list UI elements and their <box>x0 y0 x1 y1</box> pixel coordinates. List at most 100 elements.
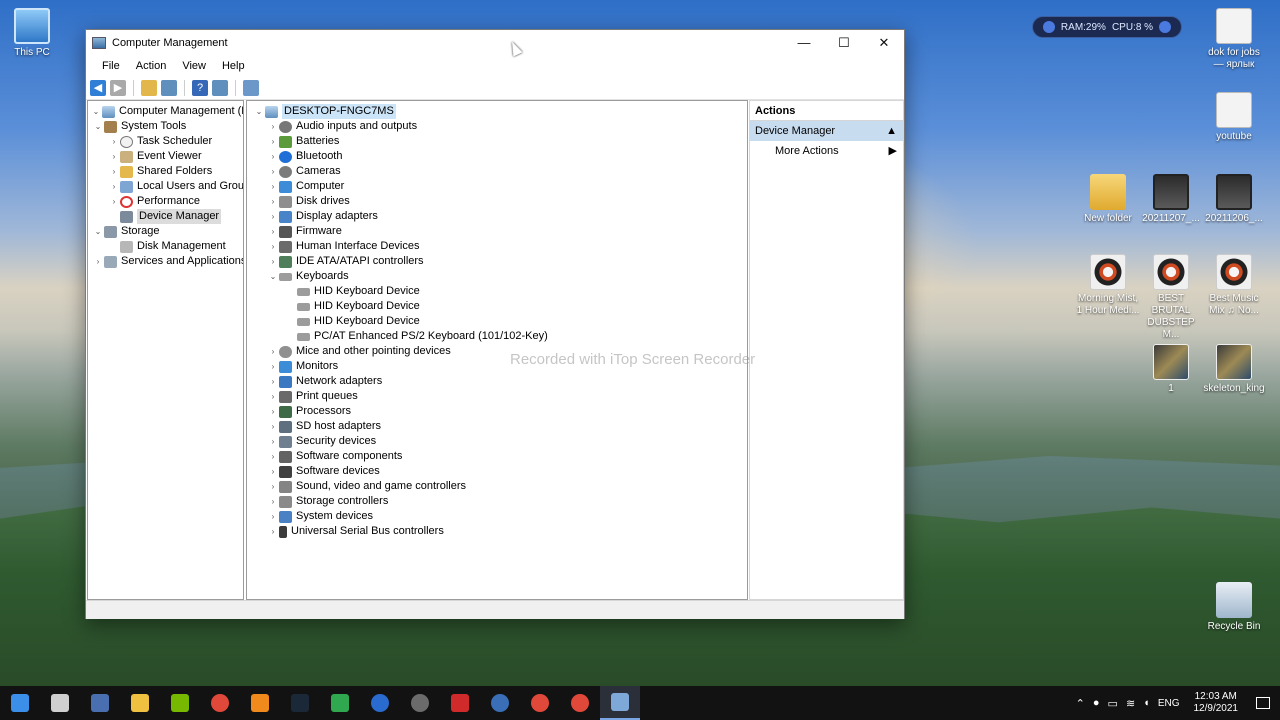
device-item[interactable]: HID Keyboard Device <box>297 314 420 329</box>
minimize-button[interactable]: — <box>784 30 824 56</box>
maximize-button[interactable]: ☐ <box>824 30 864 56</box>
tree-item-system-tools[interactable]: ⌄ System Tools <box>92 119 186 134</box>
language-indicator[interactable]: ENG <box>1158 698 1180 709</box>
device-category[interactable]: › Software devices <box>267 464 380 479</box>
collapse-arrow-icon[interactable]: ▲ <box>886 121 897 141</box>
device-category[interactable]: › Print queues <box>267 389 358 404</box>
taskbar-button[interactable] <box>440 686 480 720</box>
clock[interactable]: 12:03 AM 12/9/2021 <box>1194 691 1239 715</box>
desktop-icon-best-brutal[interactable]: BEST BRUTAL DUBSTEP M... <box>1139 254 1203 341</box>
expand-chevron-icon[interactable]: › <box>267 134 279 149</box>
expand-chevron-icon[interactable]: › <box>108 164 120 179</box>
widget-arrow-icon[interactable] <box>1159 21 1172 33</box>
collapse-chevron-icon[interactable]: ⌄ <box>92 224 104 239</box>
desktop-icon-this-pc[interactable]: This PC <box>0 8 64 59</box>
expand-chevron-icon[interactable]: › <box>267 494 279 509</box>
wifi-icon[interactable]: ≋ <box>1126 697 1135 710</box>
show-hide-tree-icon[interactable] <box>161 79 177 96</box>
device-category[interactable]: › Disk drives <box>267 194 350 209</box>
expand-chevron-icon[interactable]: › <box>267 389 279 404</box>
device-item[interactable]: HID Keyboard Device <box>297 299 420 314</box>
taskbar-button[interactable] <box>40 686 80 720</box>
taskbar-button[interactable] <box>160 686 200 720</box>
device-category[interactable]: › IDE ATA/ATAPI controllers <box>267 254 424 269</box>
desktop-icon-skeleton-king[interactable]: skeleton_king <box>1202 344 1266 395</box>
expand-chevron-icon[interactable]: › <box>267 374 279 389</box>
tree-item-local-users[interactable]: › Local Users and Groups <box>108 179 243 194</box>
taskbar-button[interactable] <box>280 686 320 720</box>
desktop-icon-best-music[interactable]: Best Music Mix ♫ No... <box>1202 254 1266 317</box>
collapse-chevron-icon[interactable]: ⌄ <box>253 104 265 119</box>
tree-item-computer-management[interactable]: ⌄ Computer Management (Local) <box>90 104 243 119</box>
device-category[interactable]: › Human Interface Devices <box>267 239 420 254</box>
collapse-chevron-icon[interactable]: ⌄ <box>92 119 104 134</box>
desktop-icon-image-1[interactable]: 1 <box>1139 344 1203 395</box>
expand-chevron-icon[interactable]: › <box>267 524 279 539</box>
taskbar-button[interactable] <box>0 686 40 720</box>
device-category[interactable]: › Firmware <box>267 224 342 239</box>
expand-chevron-icon[interactable]: › <box>108 194 120 209</box>
device-item[interactable]: HID Keyboard Device <box>297 284 420 299</box>
taskbar-button[interactable] <box>360 686 400 720</box>
tree-item-services-applications[interactable]: › Services and Applications <box>92 254 243 269</box>
battery-icon[interactable]: ▭ <box>1108 697 1118 710</box>
chevron-up-icon[interactable]: ⌃ <box>1076 697 1085 710</box>
device-category[interactable]: › Network adapters <box>267 374 382 389</box>
back-arrow-icon[interactable]: ◀ <box>90 79 106 96</box>
expand-chevron-icon[interactable]: › <box>92 254 104 269</box>
desktop-icon-new-folder[interactable]: New folder <box>1076 174 1140 225</box>
expand-chevron-icon[interactable]: › <box>267 119 279 134</box>
notification-icon[interactable] <box>1256 697 1270 709</box>
device-category[interactable]: › Storage controllers <box>267 494 388 509</box>
desktop-icon-dok-for-jobs[interactable]: dok for jobs — ярлык <box>1202 8 1266 71</box>
tree-item-task-scheduler[interactable]: › Task Scheduler <box>108 134 212 149</box>
scan-hardware-icon[interactable] <box>243 79 259 96</box>
tree-item-event-viewer[interactable]: › Event Viewer <box>108 149 202 164</box>
taskbar-button[interactable] <box>200 686 240 720</box>
tree-item-shared-folders[interactable]: › Shared Folders <box>108 164 212 179</box>
volume-icon[interactable]: ◖ <box>1143 697 1150 709</box>
expand-chevron-icon[interactable]: › <box>267 434 279 449</box>
desktop-icon-morning-mist[interactable]: Morning Mist, 1 Hour Medi... <box>1076 254 1140 317</box>
device-category[interactable]: › Audio inputs and outputs <box>267 119 417 134</box>
expand-chevron-icon[interactable]: › <box>267 254 279 269</box>
device-category[interactable]: › Universal Serial Bus controllers <box>267 524 444 539</box>
taskbar-button[interactable] <box>400 686 440 720</box>
device-category[interactable]: › Software components <box>267 449 402 464</box>
actions-section-device-manager[interactable]: Device Manager ▲ <box>750 121 903 141</box>
device-category[interactable]: ⌄ Keyboards <box>267 269 349 284</box>
expand-chevron-icon[interactable]: › <box>267 509 279 524</box>
expand-chevron-icon[interactable]: › <box>267 239 279 254</box>
menu-action[interactable]: Action <box>128 60 175 72</box>
microphone-icon[interactable]: ● <box>1093 697 1100 709</box>
device-category[interactable]: › Security devices <box>267 434 376 449</box>
expand-chevron-icon[interactable]: › <box>267 449 279 464</box>
taskbar-button[interactable] <box>120 686 160 720</box>
expand-chevron-icon[interactable]: › <box>267 359 279 374</box>
expand-chevron-icon[interactable]: › <box>267 344 279 359</box>
collapse-chevron-icon[interactable]: ⌄ <box>90 104 102 119</box>
desktop-icon-youtube[interactable]: youtube <box>1202 92 1266 143</box>
expand-chevron-icon[interactable]: › <box>267 164 279 179</box>
forward-arrow-icon[interactable]: ▶ <box>110 79 126 96</box>
desktop-icon-recycle-bin[interactable]: Recycle Bin <box>1202 582 1266 633</box>
taskbar-button[interactable] <box>520 686 560 720</box>
device-category[interactable]: › Computer <box>267 179 344 194</box>
device-category[interactable]: › Cameras <box>267 164 341 179</box>
taskbar-button[interactable] <box>320 686 360 720</box>
expand-chevron-icon[interactable]: › <box>108 134 120 149</box>
more-actions-item[interactable]: More Actions ▶ <box>750 141 903 161</box>
device-category[interactable]: › Processors <box>267 404 351 419</box>
device-category[interactable]: › Mice and other pointing devices <box>267 344 451 359</box>
help-icon[interactable]: ? <box>192 79 208 96</box>
taskbar-button[interactable] <box>240 686 280 720</box>
up-folder-icon[interactable] <box>141 79 157 96</box>
expand-chevron-icon[interactable]: › <box>267 179 279 194</box>
system-monitor-widget[interactable]: RAM:29% CPU:8 % <box>1032 16 1182 38</box>
tree-item-device-manager[interactable]: Device Manager <box>108 209 222 224</box>
expand-chevron-icon[interactable]: › <box>267 419 279 434</box>
expand-chevron-icon[interactable]: › <box>267 224 279 239</box>
desktop-icon-video-1[interactable]: 20211207_... <box>1139 174 1203 225</box>
tree-item-storage[interactable]: ⌄ Storage <box>92 224 160 239</box>
taskbar-button[interactable] <box>480 686 520 720</box>
